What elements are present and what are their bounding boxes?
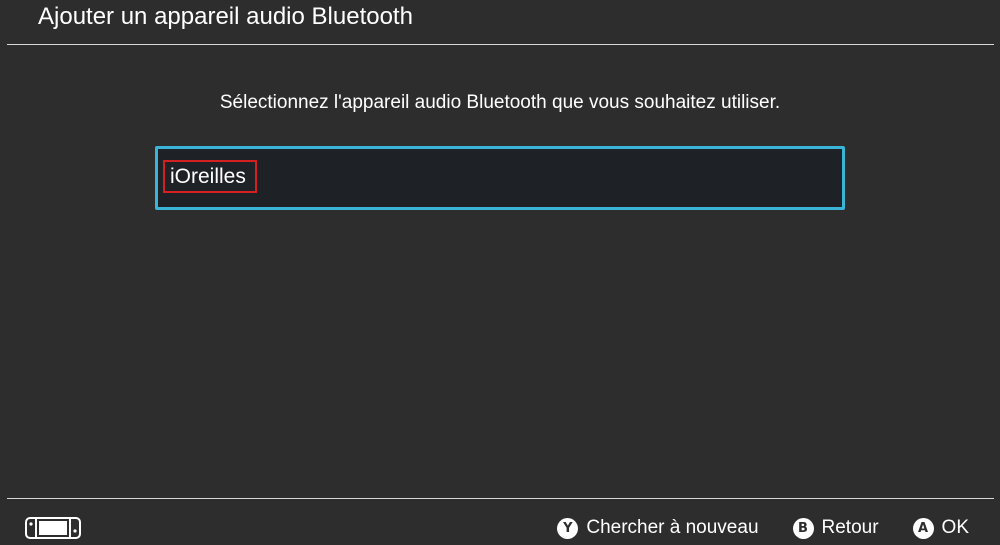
search-again-label: Chercher à nouveau <box>586 517 759 538</box>
device-highlight-box: iOreilles <box>163 160 257 193</box>
ok-button[interactable]: A OK <box>912 516 969 540</box>
handheld-console-icon <box>25 517 81 539</box>
device-list-item-ioreilles[interactable]: iOreilles <box>155 146 845 210</box>
search-again-button[interactable]: Y Chercher à nouveau <box>557 516 759 540</box>
footer-bar: Y Chercher à nouveau B Retour A OK <box>0 499 1000 545</box>
back-label: Retour <box>821 517 879 538</box>
page-title: Ajouter un appareil audio Bluetooth <box>38 3 413 30</box>
header-divider <box>7 44 994 45</box>
ok-label: OK <box>941 517 969 538</box>
back-button[interactable]: B Retour <box>792 516 879 540</box>
device-name: iOreilles <box>170 164 246 188</box>
footer-actions: Y Chercher à nouveau B Retour A OK <box>557 516 969 540</box>
b-button-icon: B <box>792 517 814 539</box>
y-button-icon: Y <box>557 517 579 539</box>
instruction-text: Sélectionnez l'appareil audio Bluetooth … <box>219 92 781 113</box>
a-button-icon: A <box>912 517 934 539</box>
